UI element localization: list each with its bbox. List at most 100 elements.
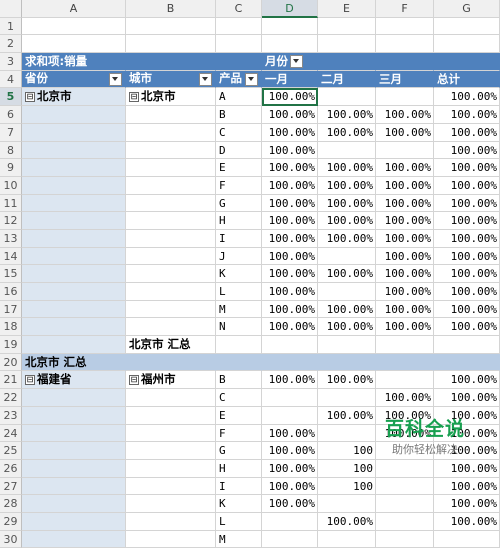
row-header[interactable]: 27 — [0, 477, 22, 496]
cell[interactable] — [318, 336, 376, 354]
province-cell[interactable] — [22, 530, 126, 548]
row-field-product[interactable]: 产品 — [216, 70, 262, 89]
row-field-province[interactable]: 省份 — [22, 70, 126, 89]
value-cell-feb[interactable] — [318, 88, 376, 107]
cell[interactable] — [318, 353, 376, 372]
value-cell-feb[interactable]: 100.00% — [318, 194, 376, 213]
row-header[interactable]: 13 — [0, 229, 22, 248]
value-cell-jan[interactable]: 100.00% — [262, 371, 318, 390]
province-cell[interactable] — [22, 194, 126, 213]
city-cell[interactable] — [126, 442, 216, 460]
value-cell-mar[interactable]: 100.00% — [376, 212, 434, 230]
value-cell-feb[interactable]: 100.00% — [318, 176, 376, 195]
province-cell[interactable] — [22, 477, 126, 496]
value-cell-feb[interactable]: 100.00% — [318, 212, 376, 230]
value-cell-feb[interactable]: 100.00% — [318, 265, 376, 283]
row-header[interactable]: 6 — [0, 106, 22, 124]
city-cell[interactable] — [126, 283, 216, 301]
row-header[interactable]: 11 — [0, 194, 22, 213]
row-header[interactable]: 1 — [0, 17, 22, 36]
column-header-c[interactable]: C — [216, 0, 262, 18]
city-cell[interactable]: ⊟ 北京市 — [126, 88, 216, 107]
value-cell-total[interactable]: 100.00% — [434, 389, 500, 407]
column-header-g[interactable]: G — [434, 0, 500, 18]
value-cell-jan[interactable]: 100.00% — [262, 318, 318, 337]
value-cell-total[interactable]: 100.00% — [434, 371, 500, 390]
value-cell-total[interactable]: 100.00% — [434, 194, 500, 213]
value-cell-total[interactable]: 100.00% — [434, 159, 500, 177]
value-cell-mar[interactable]: 100.00% — [376, 300, 434, 319]
value-cell-jan[interactable]: 100.00% — [262, 424, 318, 443]
value-cell-total[interactable] — [434, 530, 500, 548]
province-cell[interactable] — [22, 459, 126, 478]
product-cell[interactable]: I — [216, 229, 262, 248]
province-cell[interactable] — [22, 300, 126, 319]
value-cell-feb[interactable]: 100.00% — [318, 318, 376, 337]
province-cell[interactable] — [22, 123, 126, 142]
product-cell[interactable]: B — [216, 106, 262, 124]
value-cell-feb[interactable]: 100 — [318, 477, 376, 496]
cell[interactable] — [216, 35, 262, 54]
row-header[interactable]: 22 — [0, 389, 22, 407]
value-cell-feb[interactable] — [318, 495, 376, 513]
value-cell-mar[interactable]: 100.00% — [376, 283, 434, 301]
cell[interactable] — [376, 53, 434, 71]
value-cell-mar[interactable]: 100.00% — [376, 176, 434, 195]
value-cell-jan[interactable]: 100.00% — [262, 176, 318, 195]
cell[interactable] — [262, 336, 318, 354]
product-cell[interactable]: H — [216, 459, 262, 478]
product-cell[interactable]: L — [216, 512, 262, 531]
product-cell[interactable]: C — [216, 389, 262, 407]
row-header[interactable]: 21 — [0, 371, 22, 390]
city-cell[interactable] — [126, 495, 216, 513]
collapse-icon[interactable]: ⊟ — [129, 374, 139, 385]
row-header[interactable]: 28 — [0, 495, 22, 513]
city-cell[interactable] — [126, 176, 216, 195]
value-cell-feb[interactable]: 100.00% — [318, 229, 376, 248]
province-cell[interactable]: ⊟ 福建省 — [22, 371, 126, 390]
province-cell[interactable] — [22, 265, 126, 283]
row-header[interactable]: 3 — [0, 53, 22, 71]
value-cell-feb[interactable]: 100.00% — [318, 300, 376, 319]
collapse-icon[interactable]: ⊟ — [25, 91, 35, 102]
cell[interactable] — [376, 336, 434, 354]
value-cell-jan[interactable]: 100.00% — [262, 141, 318, 160]
value-cell-mar[interactable] — [376, 459, 434, 478]
city-cell[interactable]: ⊟ 福州市 — [126, 371, 216, 390]
value-cell-total[interactable]: 100.00% — [434, 123, 500, 142]
value-cell-mar[interactable] — [376, 477, 434, 496]
value-cell-feb[interactable] — [318, 389, 376, 407]
grand-total-header[interactable]: 总计 — [434, 70, 500, 89]
value-cell-feb[interactable]: 100.00% — [318, 371, 376, 390]
value-cell-mar[interactable] — [376, 141, 434, 160]
cell[interactable] — [262, 353, 318, 372]
province-cell[interactable] — [22, 424, 126, 443]
cell[interactable] — [318, 53, 376, 71]
column-header-a[interactable]: A — [22, 0, 126, 18]
product-cell[interactable]: G — [216, 194, 262, 213]
select-all-corner[interactable] — [0, 0, 22, 18]
value-cell-mar[interactable]: 100.00% — [376, 123, 434, 142]
cell[interactable] — [126, 53, 216, 71]
product-cell[interactable]: I — [216, 477, 262, 496]
city-cell[interactable] — [126, 106, 216, 124]
value-cell-total[interactable]: 100.00% — [434, 88, 500, 107]
value-cell-jan[interactable]: 100.00% — [262, 88, 318, 107]
value-cell-jan[interactable]: 100.00% — [262, 229, 318, 248]
product-cell[interactable]: K — [216, 495, 262, 513]
province-cell[interactable] — [22, 512, 126, 531]
value-cell-total[interactable]: 100.00% — [434, 141, 500, 160]
collapse-icon[interactable]: ⊟ — [25, 374, 35, 385]
city-cell[interactable] — [126, 229, 216, 248]
cell[interactable] — [434, 53, 500, 71]
cell[interactable] — [434, 35, 500, 54]
row-header[interactable]: 30 — [0, 530, 22, 548]
province-cell[interactable] — [22, 159, 126, 177]
value-cell-jan[interactable]: 100.00% — [262, 265, 318, 283]
value-cell-jan[interactable]: 100.00% — [262, 123, 318, 142]
city-cell[interactable] — [126, 389, 216, 407]
value-cell-feb[interactable]: 100.00% — [318, 123, 376, 142]
value-cell-jan[interactable]: 100.00% — [262, 442, 318, 460]
value-cell-total[interactable]: 100.00% — [434, 318, 500, 337]
cell[interactable] — [22, 17, 126, 36]
